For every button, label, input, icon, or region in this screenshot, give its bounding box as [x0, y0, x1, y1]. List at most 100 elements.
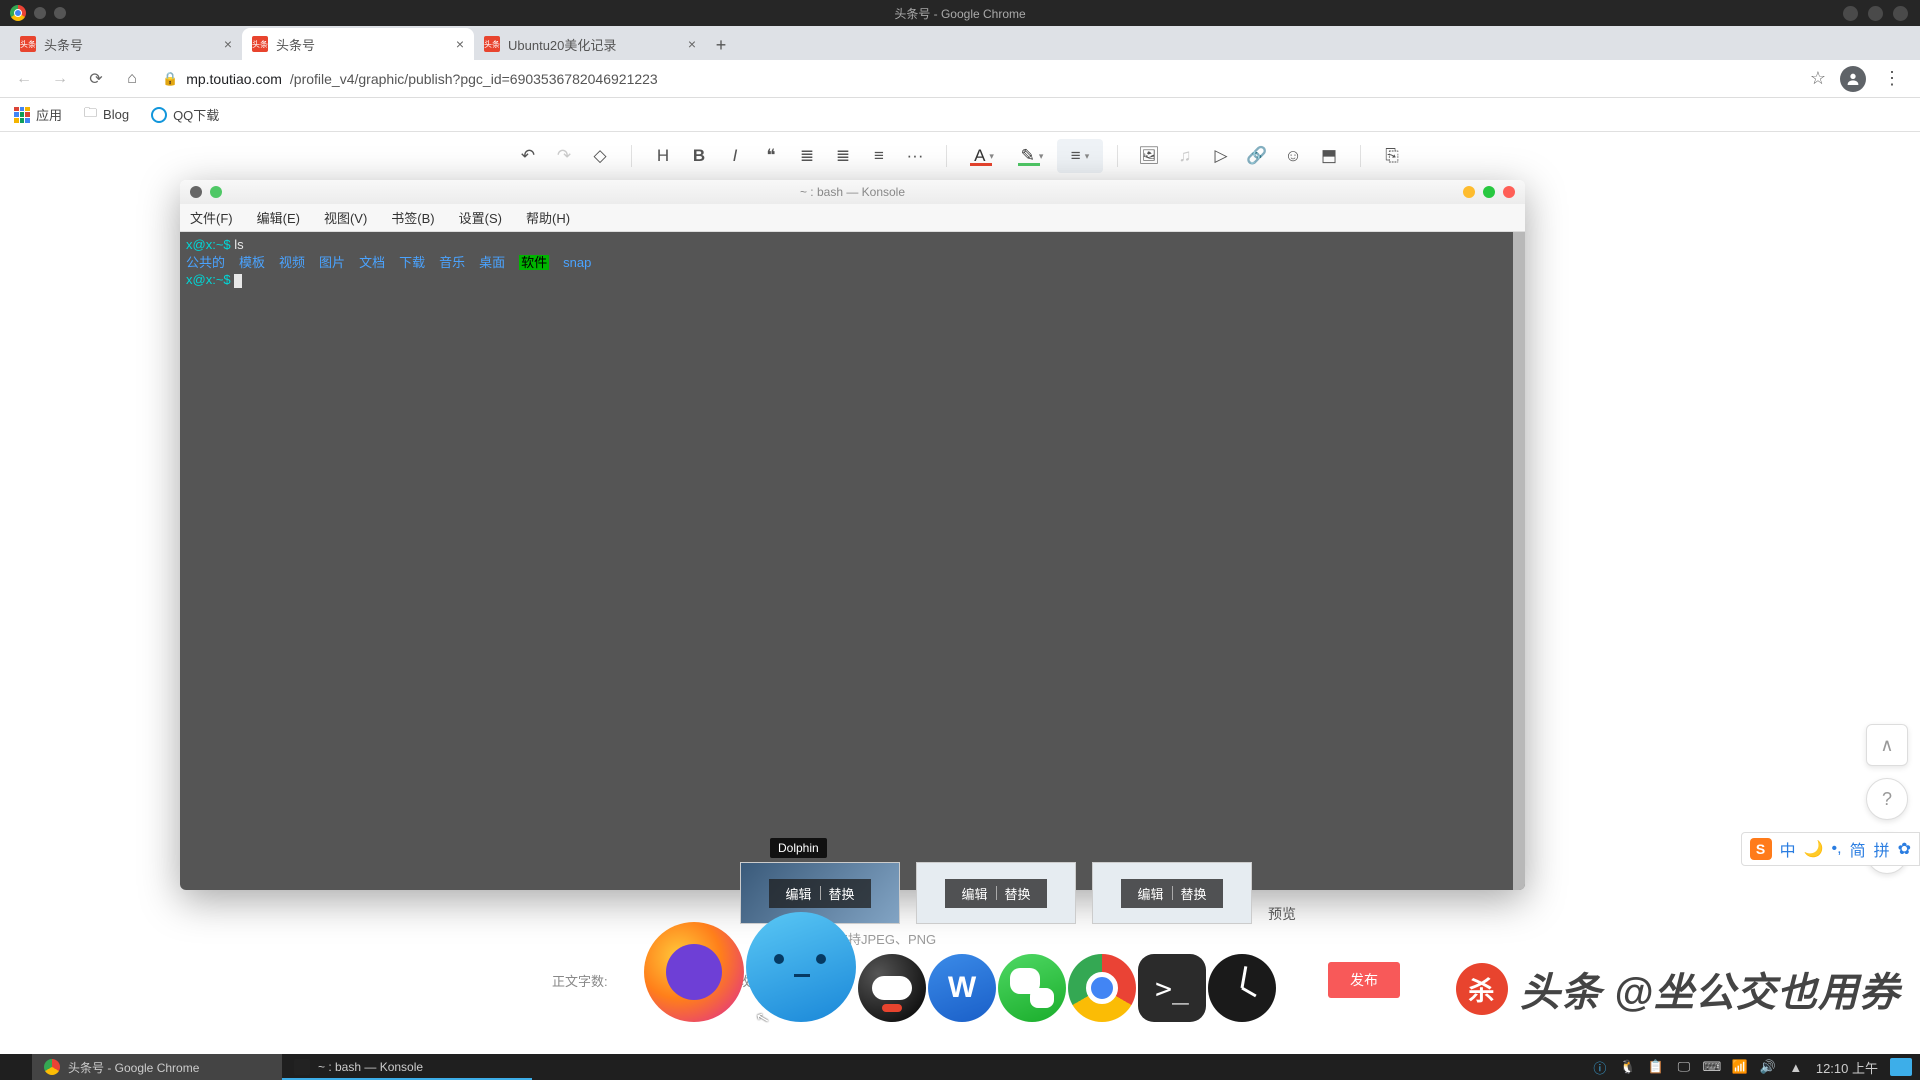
ime-item[interactable]: 中 [1780, 837, 1796, 861]
tray-wifi-icon[interactable]: 📶 [1732, 1059, 1748, 1075]
tray-volume-icon[interactable]: 🔊 [1760, 1059, 1776, 1075]
home-button[interactable]: ⌂ [118, 65, 146, 93]
dock-qq[interactable] [858, 954, 926, 1022]
task-label: 头条号 - Google Chrome [68, 1059, 199, 1076]
profile-avatar[interactable] [1840, 66, 1866, 92]
scrollbar[interactable] [1513, 232, 1525, 890]
highlight-button[interactable]: ✎ [1009, 139, 1055, 173]
insert-video-button[interactable]: ▷ [1204, 139, 1238, 173]
insert-vote-button[interactable]: ⬒ [1312, 139, 1346, 173]
insert-emoji-button[interactable]: ☺ [1276, 139, 1310, 173]
dock-dolphin[interactable] [746, 912, 856, 1022]
close-icon[interactable]: × [224, 36, 232, 52]
unordered-list-button[interactable]: ≣ [790, 139, 824, 173]
thumb-edit[interactable]: 编辑 [1137, 884, 1163, 903]
terminal-line-3: x@x:~$ [186, 271, 1519, 289]
close-icon[interactable]: × [688, 36, 696, 52]
prompt-path: :~$ [212, 272, 230, 287]
menu-view[interactable]: 视图(V) [324, 208, 367, 227]
ime-item[interactable]: 🌙 [1804, 839, 1824, 859]
tray-clipboard-icon[interactable]: 📋 [1648, 1059, 1664, 1075]
clear-format-button[interactable]: ◇ [583, 139, 617, 173]
tray-show-desktop[interactable] [1890, 1058, 1912, 1076]
konsole-titlebar[interactable]: ~ : bash — Konsole [180, 180, 1525, 204]
help-button[interactable]: ? [1866, 778, 1908, 820]
back-to-top-button[interactable]: ∧ [1866, 724, 1908, 766]
tray-chevron-icon[interactable]: ▲ [1788, 1060, 1804, 1075]
ime-item[interactable]: ✿ [1898, 839, 1911, 859]
bookmark-qq[interactable]: QQ下载 [151, 105, 219, 124]
prompt-user: x@x [186, 237, 212, 252]
more-button[interactable]: ··· [898, 139, 932, 173]
terminal-line-1: x@x:~$ ls [186, 236, 1519, 254]
taskbar-task-chrome[interactable]: 头条号 - Google Chrome [32, 1054, 282, 1080]
dock-wechat[interactable] [998, 954, 1066, 1022]
thumb-replace[interactable]: 替换 [829, 884, 855, 903]
text-color-button[interactable]: A [961, 139, 1007, 173]
ordered-list-button[interactable]: ≣ [826, 139, 860, 173]
thumb-replace[interactable]: 替换 [1181, 884, 1207, 903]
forward-button[interactable]: → [46, 65, 74, 93]
apps-shortcut[interactable]: 应用 [14, 105, 62, 124]
thumb-replace[interactable]: 替换 [1005, 884, 1031, 903]
bookmark-star-icon[interactable]: ☆ [1810, 68, 1826, 89]
dock-tooltip: Dolphin [770, 838, 827, 858]
ime-item[interactable]: •, [1832, 840, 1842, 858]
dock-terminal[interactable]: >_ [1138, 954, 1206, 1022]
konsole-window[interactable]: ~ : bash — Konsole 文件(F) 编辑(E) 视图(V) 书签(… [180, 180, 1525, 890]
back-button[interactable]: ← [10, 65, 38, 93]
italic-button[interactable]: I [718, 139, 752, 173]
tray-qq-icon[interactable]: 🐧 [1620, 1059, 1636, 1075]
tray-info-icon[interactable]: ⓘ [1592, 1058, 1608, 1077]
bookmark-blog[interactable]: 🗀 Blog [84, 104, 129, 126]
quote-button[interactable]: ❝ [754, 139, 788, 173]
indent-button[interactable]: ≡ [862, 139, 896, 173]
insert-link-button[interactable]: 🔗 [1240, 139, 1274, 173]
taskbar-task-konsole[interactable]: ~ : bash — Konsole [282, 1054, 532, 1080]
insert-image-button[interactable]: 🖼 [1132, 139, 1166, 173]
thumb-edit[interactable]: 编辑 [785, 884, 811, 903]
reload-button[interactable]: ⟳ [82, 65, 110, 93]
undo-button[interactable]: ↶ [511, 139, 545, 173]
url-field[interactable]: 🔒 mp.toutiao.com/profile_v4/graphic/publ… [154, 71, 1802, 87]
menu-bookmarks[interactable]: 书签(B) [391, 208, 434, 227]
chrome-menu-icon[interactable]: ⋮ [1880, 68, 1904, 89]
tray-keyboard-icon[interactable]: ⌨ [1704, 1059, 1720, 1075]
tab-title: Ubuntu20美化记录 [508, 35, 616, 54]
tab-title: 头条号 [276, 35, 315, 54]
dock-chrome[interactable] [1068, 954, 1136, 1022]
bold-button[interactable]: B [682, 139, 716, 173]
favicon-icon: 头条 [20, 36, 36, 52]
ime-item[interactable]: 拼 [1874, 837, 1890, 861]
publish-button[interactable]: 发布 [1328, 962, 1400, 998]
url-domain: mp.toutiao.com [186, 71, 282, 87]
thumb-edit[interactable]: 编辑 [961, 884, 987, 903]
redo-button[interactable]: ↷ [547, 139, 581, 173]
tab-2[interactable]: 头条 头条号 × [242, 28, 474, 60]
tray-clock[interactable]: 12:10 上午 [1816, 1058, 1878, 1077]
dock-firefox[interactable] [644, 922, 744, 1022]
tab-1[interactable]: 头条 头条号 × [10, 28, 242, 60]
tray-display-icon[interactable]: 🖵 [1676, 1059, 1692, 1075]
konsole-terminal[interactable]: x@x:~$ ls 公共的模板视频图片文档下载音乐桌面软件snap x@x:~$ [180, 232, 1525, 890]
insert-music-button[interactable]: ♫ [1168, 139, 1202, 173]
heading-button[interactable]: H [646, 139, 680, 173]
ime-panel[interactable]: S 中 🌙 •, 简 拼 ✿ [1741, 832, 1920, 866]
paging-button[interactable]: ⎘ [1375, 139, 1409, 173]
dock-clock[interactable] [1208, 954, 1276, 1022]
konsole-traffic-lights[interactable] [1463, 186, 1515, 198]
url-path: /profile_v4/graphic/publish?pgc_id=69035… [290, 71, 658, 87]
menu-file[interactable]: 文件(F) [190, 208, 233, 227]
terminal-cursor [234, 274, 242, 288]
dock-wps[interactable]: W [928, 954, 996, 1022]
menu-help[interactable]: 帮助(H) [526, 208, 570, 227]
close-icon[interactable]: × [456, 36, 464, 52]
window-controls[interactable] [1843, 6, 1908, 21]
tab-3[interactable]: 头条 Ubuntu20美化记录 × [474, 28, 706, 60]
ime-item[interactable]: 简 [1850, 837, 1866, 861]
menu-settings[interactable]: 设置(S) [459, 208, 502, 227]
menu-edit[interactable]: 编辑(E) [257, 208, 300, 227]
align-button[interactable]: ≡ [1057, 139, 1103, 173]
new-tab-button[interactable]: + [706, 30, 736, 60]
taskbar: 头条号 - Google Chrome ~ : bash — Konsole ⓘ… [0, 1054, 1920, 1080]
